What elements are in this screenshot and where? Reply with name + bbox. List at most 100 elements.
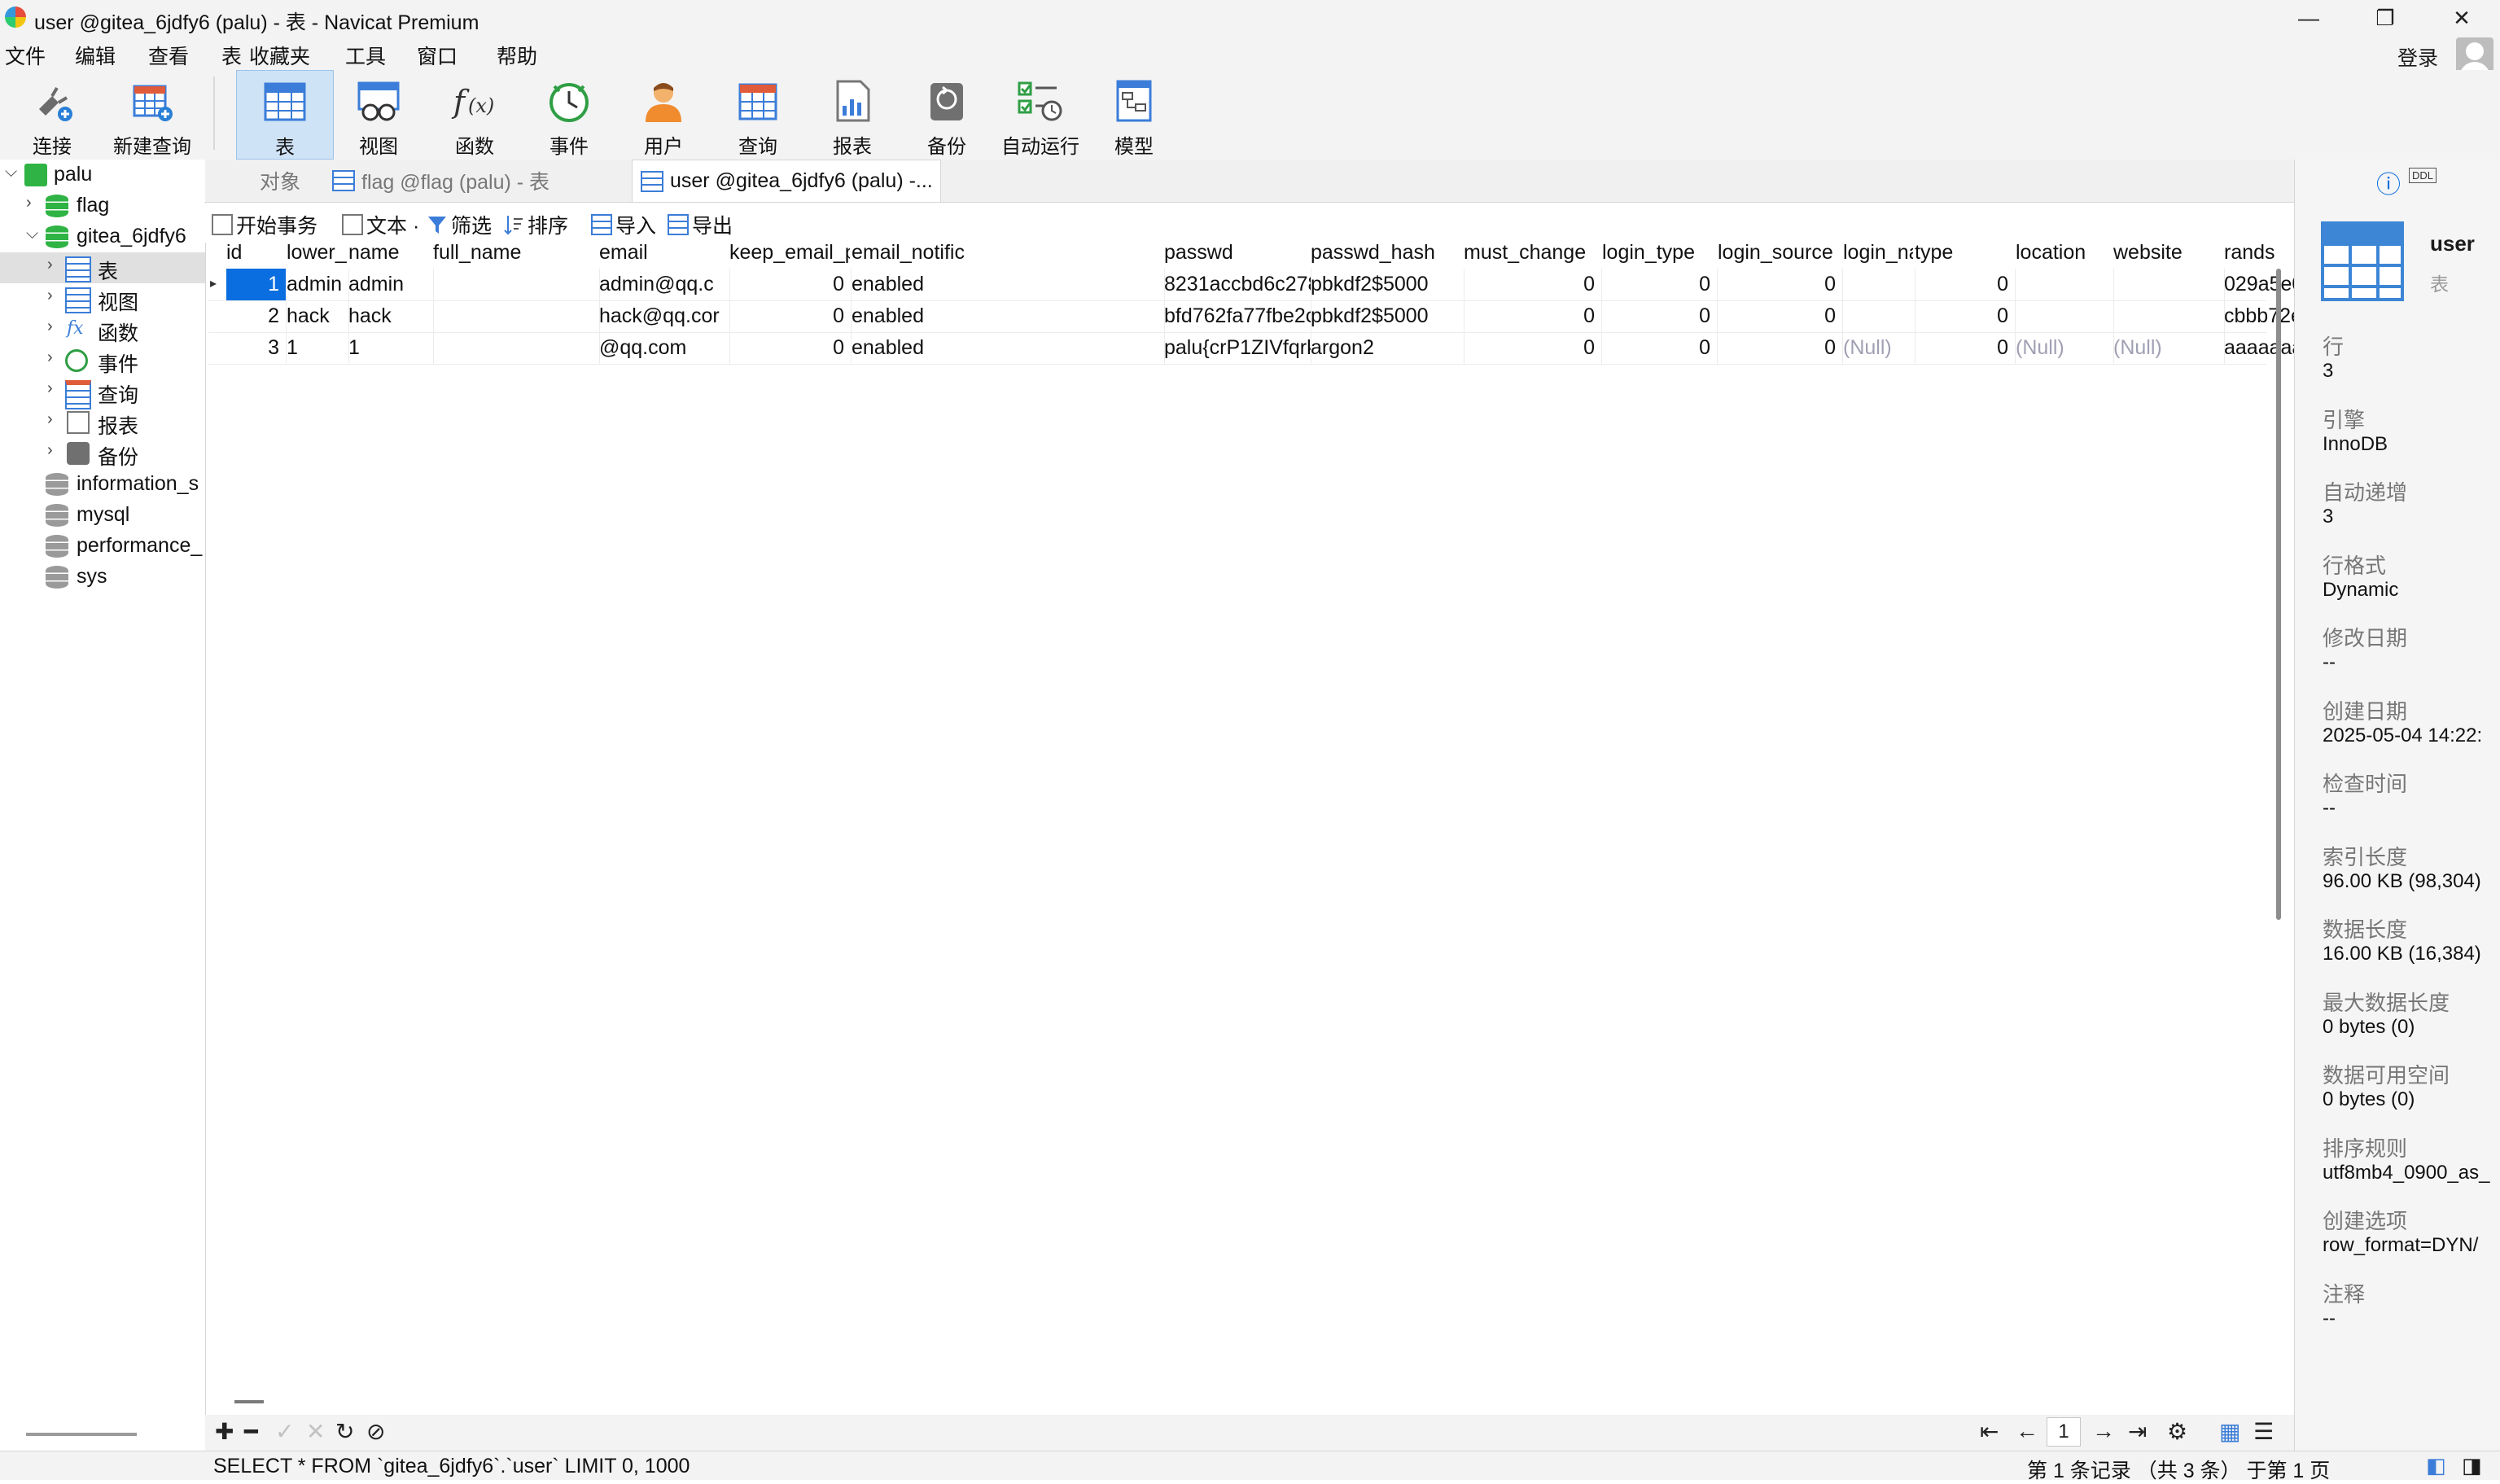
page-number-input[interactable]: 1 [2047,1417,2081,1447]
cell-id[interactable]: 1 [226,269,287,300]
data-grid[interactable]: idlower_namenamefull_nameemailkeep_email… [208,241,2410,1389]
report-button[interactable]: 报表 [824,70,881,158]
grid-vertical-scrollbar[interactable] [2276,269,2281,920]
cell-email-notific[interactable]: enabled [852,332,1165,364]
tab-flag[interactable]: flag @flag (palu) - 表 [324,160,641,201]
cell-type[interactable]: 0 [1915,300,2016,332]
chevron-right-icon[interactable]: › [47,256,53,274]
cell-login-type[interactable]: 0 [1602,269,1718,300]
cell-must-change[interactable]: 0 [1464,269,1602,300]
column-header-login-type[interactable]: login_type [1602,241,1716,269]
chevron-right-icon[interactable]: › [47,317,53,336]
cell-location[interactable] [2016,300,2114,332]
cell-name[interactable]: 1 [348,332,434,364]
menu-window[interactable]: 窗口 [417,41,458,70]
import-button[interactable]: 导入 [591,210,656,239]
backup-button[interactable]: 备份 [918,70,975,158]
column-header-login-source[interactable]: login_source [1718,241,1841,269]
tree-db-performance-schema[interactable]: performance_ [0,531,205,562]
cell-login-source[interactable]: 0 [1718,300,1843,332]
column-header-id[interactable]: id [226,241,285,269]
gear-icon[interactable]: ⚙ [2167,1418,2187,1445]
cell-passwd[interactable]: 8231accbd6c278c47f9863b [1164,269,1311,300]
discard-changes-button[interactable]: ✕ [306,1418,325,1445]
query-button[interactable]: 查询 [729,70,786,158]
cell-lower-name[interactable]: admin [287,269,349,300]
tree-db-mysql[interactable]: mysql [0,500,205,531]
menu-file[interactable]: 文件 [5,41,46,70]
cell-passwd-hash[interactable]: argon2 [1311,332,1465,364]
previous-page-button[interactable]: ← [2016,1418,2038,1444]
cell-login-source[interactable]: 0 [1718,269,1843,300]
cell-login-source[interactable]: 0 [1718,332,1843,364]
menu-edit[interactable]: 编辑 [75,41,116,70]
login-link[interactable]: 登录 [2397,42,2438,72]
column-header-login-name[interactable]: login_name [1843,241,1913,269]
tree-item-functions[interactable]: › fx 函数 [0,314,205,345]
cell-id[interactable]: 3 [226,332,287,364]
table-row[interactable]: ▸ 1 admin admin admin@qq.c 0 enabled 8231accbd6… [208,269,2410,301]
tab-user[interactable]: user @gitea_6jdfy6 (palu) -... [632,160,941,202]
column-header-must-change[interactable]: must_change [1464,241,1600,269]
column-header-type[interactable]: type [1915,241,2014,269]
cell-login-name[interactable]: (Null) [1843,332,1915,364]
column-header-email[interactable]: email [599,241,728,269]
close-button[interactable]: ✕ [2424,0,2499,36]
apply-changes-button[interactable]: ✓ [275,1418,294,1445]
last-page-button[interactable]: ⇥ [2128,1418,2147,1445]
cell-type[interactable]: 0 [1915,332,2016,364]
column-header-name[interactable]: name [348,241,431,269]
menu-help[interactable]: 帮助 [497,41,537,70]
form-view-icon[interactable]: ☰ [2253,1418,2274,1445]
cell-keep-email-p[interactable]: 0 [729,269,852,300]
new-query-button[interactable]: 新建查询 [107,70,197,158]
cell-passwd-hash[interactable]: pbkdf2$5000 [1311,269,1465,300]
chevron-right-icon[interactable]: › [47,441,53,460]
ddl-icon[interactable]: DDL [2409,168,2437,183]
minimize-button[interactable]: — [2271,0,2346,36]
tree-horizontal-scrollbar[interactable] [26,1433,137,1436]
cell-passwd[interactable]: palu{crP1ZIVfqrkfdhGy} [1164,332,1311,364]
cell-website[interactable]: (Null) [2113,332,2225,364]
restore-button[interactable]: ❐ [2348,0,2423,36]
table-row[interactable]: 2 hack hack hack@qq.cor 0 enabled bfd762fa77fb… [208,300,2410,333]
cell-keep-email-p[interactable]: 0 [729,332,852,364]
cell-login-type[interactable]: 0 [1602,332,1718,364]
menu-view[interactable]: 查看 [148,41,189,70]
menu-tools[interactable]: 工具 [345,41,386,70]
grid-view-icon[interactable]: ▦ [2219,1418,2240,1445]
cell-email-notific[interactable]: enabled [852,269,1165,300]
column-header-full-name[interactable]: full_name [433,241,598,269]
text-button[interactable]: 文本 · [342,210,419,239]
add-record-button[interactable]: ✚ [215,1418,234,1445]
tree-connection-palu[interactable]: ⌵ palu [0,160,205,190]
chevron-right-icon[interactable]: › [47,379,53,398]
info-icon[interactable]: ⓘ [2376,164,2401,200]
table-button[interactable]: 表 [236,70,334,160]
user-button[interactable]: 用户 [635,70,692,158]
tree-item-reports[interactable]: › 报表 [0,407,205,438]
first-page-button[interactable]: ⇤ [1980,1418,1999,1445]
column-header-lower-name[interactable]: lower_name [287,241,347,269]
cell-email[interactable]: admin@qq.c [599,269,730,300]
chevron-down-icon[interactable]: ⌵ [5,163,17,182]
cell-login-name[interactable] [1843,269,1915,300]
model-button[interactable]: 模型 [1106,70,1162,158]
cell-passwd[interactable]: bfd762fa77fbe2cb55c8187 [1164,300,1311,332]
view-button[interactable]: 视图 [350,70,407,158]
tree-item-backups[interactable]: › 备份 [0,438,205,469]
cell-email[interactable]: hack@qq.cor [599,300,730,332]
function-button[interactable]: f (x) 函数 [446,70,503,158]
chevron-down-icon[interactable]: ⌵ [26,225,38,243]
column-header-keep-email-p[interactable]: keep_email_p [729,241,850,269]
cell-must-change[interactable]: 0 [1464,332,1602,364]
cell-location[interactable] [2016,269,2114,300]
cell-full-name[interactable] [433,269,600,300]
begin-transaction-button[interactable]: 开始事务 [212,210,317,239]
cell-keep-email-p[interactable]: 0 [729,300,852,332]
cell-must-change[interactable]: 0 [1464,300,1602,332]
event-button[interactable]: 事件 [541,70,598,158]
chevron-right-icon[interactable]: › [47,410,53,429]
chevron-right-icon[interactable]: › [26,194,32,212]
tree-item-views[interactable]: › 视图 [0,283,205,314]
